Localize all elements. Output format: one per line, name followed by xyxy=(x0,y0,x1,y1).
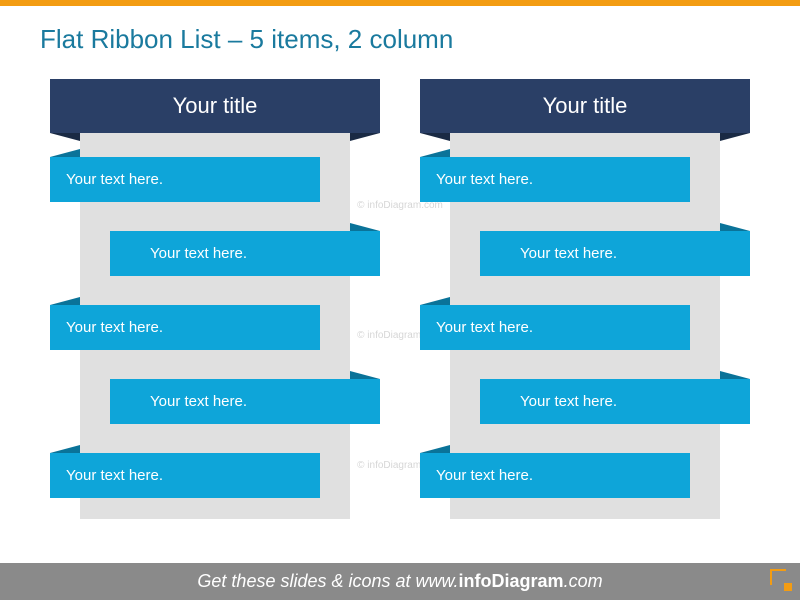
ribbon-item: Your text here. xyxy=(50,157,320,202)
footer-suffix: .com xyxy=(564,571,603,591)
brand-icon xyxy=(770,569,792,591)
footer-brand: infoDiagram xyxy=(459,571,564,591)
footer-prefix: Get these slides & icons at www. xyxy=(197,571,458,591)
ribbon-item: Your text here. xyxy=(480,379,750,424)
column-header: Your title xyxy=(420,79,750,133)
page-title: Flat Ribbon List – 5 items, 2 column xyxy=(0,6,800,55)
column-1: Your title Your text here. Your text her… xyxy=(50,79,380,519)
ribbon-item: Your text here. xyxy=(110,231,380,276)
column-2: Your title Your text here. Your text her… xyxy=(420,79,750,519)
ribbon-item: Your text here. xyxy=(420,453,690,498)
column-header: Your title xyxy=(50,79,380,133)
ribbon-item: Your text here. xyxy=(420,305,690,350)
columns-container: Your title Your text here. Your text her… xyxy=(0,55,800,519)
ribbon-item: Your text here. xyxy=(50,453,320,498)
footer: Get these slides & icons at www.infoDiag… xyxy=(0,563,800,600)
ribbon-item: Your text here. xyxy=(110,379,380,424)
ribbon-item: Your text here. xyxy=(50,305,320,350)
ribbon-item: Your text here. xyxy=(480,231,750,276)
ribbon-item: Your text here. xyxy=(420,157,690,202)
